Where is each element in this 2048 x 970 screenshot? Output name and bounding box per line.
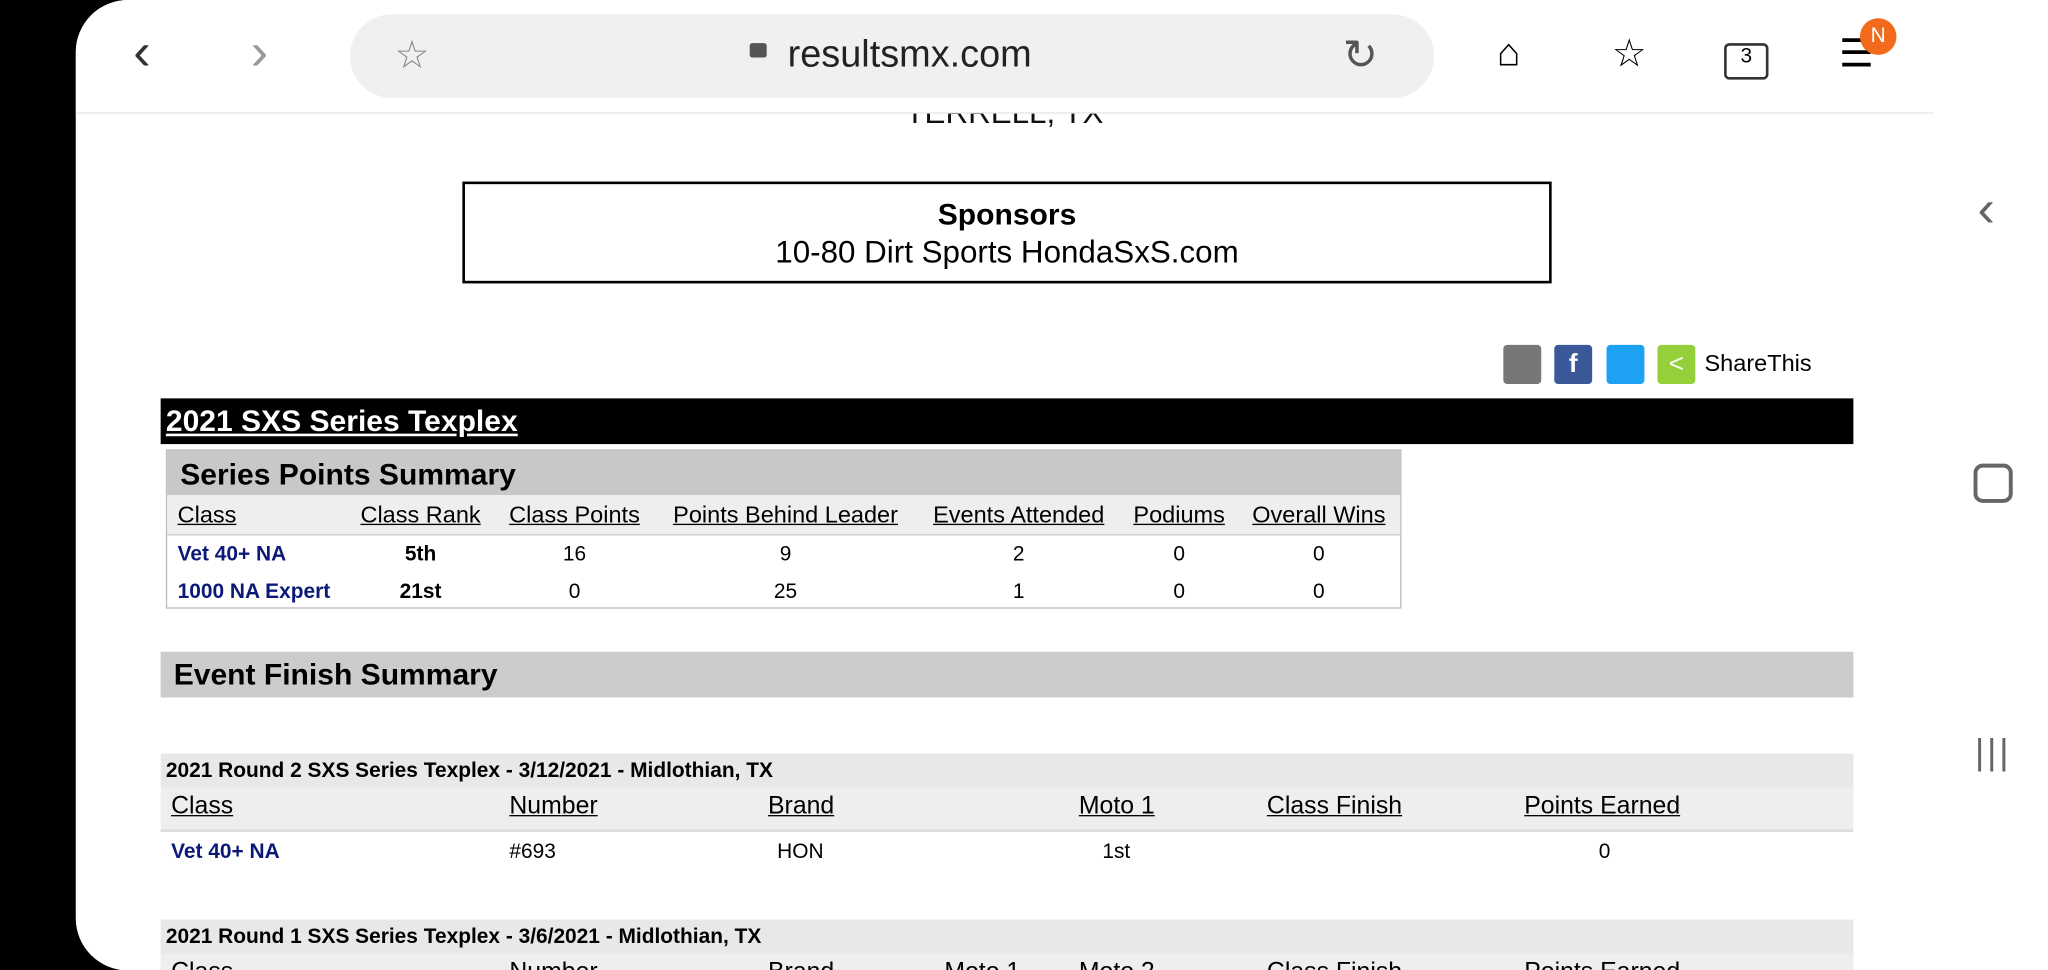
- sharethis-label[interactable]: ShareThis: [1704, 350, 1811, 377]
- event-header: 2021 Round 1 SXS Series Texplex - 3/6/20…: [160, 919, 1854, 954]
- bookmark-star-icon[interactable]: ☆: [394, 33, 429, 79]
- class-points: 16: [562, 542, 587, 565]
- col-class-finish[interactable]: Class Finish: [1267, 793, 1402, 822]
- reload-icon[interactable]: ↻: [1343, 30, 1378, 80]
- class-link[interactable]: 1000 NA Expert: [167, 573, 346, 611]
- email-share-icon[interactable]: [1503, 344, 1542, 384]
- overall-wins: 0: [1313, 542, 1325, 565]
- forward-button[interactable]: ›: [251, 24, 268, 83]
- series-title-link[interactable]: 2021 SXS Series Texplex: [166, 404, 518, 439]
- points-table: Class Class Rank Class Points Points Beh…: [167, 495, 1401, 611]
- event-finish-summary-title: Event Finish Summary: [160, 651, 1854, 698]
- events-attended: 2: [1012, 542, 1025, 565]
- sponsors-title: Sponsors: [937, 197, 1077, 232]
- table-row: 1000 NA Expert 21st 0 25 1 0 0: [167, 573, 1400, 611]
- col-class[interactable]: Class: [171, 959, 233, 970]
- col-points-earned[interactable]: Points Earned: [1524, 959, 1680, 970]
- event-header: 2021 Round 2 SXS Series Texplex - 3/12/2…: [160, 753, 1854, 788]
- col-brand[interactable]: Brand: [768, 959, 834, 970]
- col-overall-wins[interactable]: Overall Wins: [1237, 495, 1401, 536]
- class-link[interactable]: Vet 40+ NA: [171, 841, 280, 865]
- col-points-earned[interactable]: Points Earned: [1524, 793, 1680, 822]
- system-nav-bar: ‹ |||: [1933, 0, 2048, 970]
- url-text[interactable]: resultsmx.com: [788, 34, 1032, 77]
- col-number[interactable]: Number: [509, 959, 597, 970]
- points-summary-title: Series Points Summary: [167, 450, 1401, 496]
- tabs-icon[interactable]: 3: [1724, 43, 1769, 80]
- col-moto-1[interactable]: Moto 1: [1079, 793, 1155, 822]
- twitter-share-icon[interactable]: [1606, 344, 1645, 384]
- podiums: 0: [1173, 580, 1185, 603]
- events-attended: 1: [1012, 580, 1025, 603]
- moto-1: 1st: [1102, 841, 1131, 864]
- sharethis-icon[interactable]: <: [1657, 344, 1696, 384]
- event-round-1: 2021 Round 1 SXS Series Texplex - 3/6/20…: [160, 919, 1854, 970]
- back-button[interactable]: ‹: [133, 24, 150, 83]
- col-moto-1[interactable]: Moto 1: [944, 959, 1020, 970]
- col-brand[interactable]: Brand: [768, 793, 834, 822]
- bookmarks-icon[interactable]: ☆: [1612, 31, 1659, 78]
- address-bar[interactable]: ☆ resultsmx.com ↻: [350, 14, 1435, 98]
- event-columns: Class Number Brand Moto 1 Moto 2 Class F…: [160, 953, 1854, 970]
- col-moto-2[interactable]: Moto 2: [1079, 959, 1155, 970]
- col-class-points[interactable]: Class Points: [494, 495, 655, 536]
- sponsors-list: 10-80 Dirt Sports HondaSxS.com: [775, 235, 1239, 271]
- web-page: TERRELL, TX Sponsors 10-80 Dirt Sports H…: [76, 114, 1933, 970]
- browser-toolbar: ‹ › ☆ resultsmx.com ↻ ⌂ ☆ 3 ☰ N: [75, 0, 1934, 114]
- col-number[interactable]: Number: [509, 793, 597, 822]
- col-events-attended[interactable]: Events Attended: [916, 495, 1121, 536]
- series-points-summary: Series Points Summary Class Class Rank C…: [165, 449, 1402, 611]
- series-header: 2021 SXS Series Texplex: [160, 398, 1854, 445]
- facebook-share-icon[interactable]: f: [1554, 344, 1593, 384]
- event-round-2: 2021 Round 2 SXS Series Texplex - 3/12/2…: [160, 753, 1854, 872]
- class-points: 0: [568, 580, 581, 603]
- class-link[interactable]: Vet 40+ NA: [167, 535, 346, 574]
- podiums: 0: [1173, 542, 1185, 565]
- event-columns: Class Number Brand Moto 1 Class Finish P…: [160, 787, 1854, 832]
- class-rank: 5th: [404, 542, 437, 565]
- profile-badge[interactable]: N: [1859, 18, 1897, 55]
- event-location: TERRELL, TX: [76, 114, 1933, 132]
- table-row: Vet 40+ NA #693 HON 1st 0: [161, 832, 1854, 871]
- home-icon[interactable]: ⌂: [1497, 31, 1544, 78]
- brand: HON: [777, 841, 824, 864]
- table-row: Vet 40+ NA 5th 16 9 2 0 0: [167, 535, 1400, 574]
- col-class-finish[interactable]: Class Finish: [1267, 959, 1402, 970]
- col-podiums[interactable]: Podiums: [1120, 495, 1238, 536]
- tabs-count: 3: [1740, 45, 1753, 68]
- class-rank: 21st: [399, 580, 442, 603]
- points-behind: 9: [779, 542, 792, 565]
- back-nav-icon[interactable]: ‹: [1977, 180, 1994, 239]
- points-behind: 25: [773, 580, 798, 603]
- col-points-behind[interactable]: Points Behind Leader: [654, 495, 917, 536]
- overall-wins: 0: [1313, 580, 1325, 603]
- browser-screen: ‹ › ☆ resultsmx.com ↻ ⌂ ☆ 3 ☰ N TERRELL,…: [75, 0, 2048, 970]
- col-class[interactable]: Class: [167, 495, 347, 536]
- number: #693: [509, 841, 556, 864]
- home-nav-icon[interactable]: [1973, 463, 2013, 503]
- lock-icon: [749, 43, 767, 58]
- sponsors-box: Sponsors 10-80 Dirt Sports HondaSxS.com: [462, 181, 1552, 284]
- recents-nav-icon[interactable]: |||: [1975, 731, 2011, 773]
- col-class-rank[interactable]: Class Rank: [346, 495, 495, 536]
- points-earned: 0: [1598, 841, 1611, 864]
- col-class[interactable]: Class: [171, 793, 233, 822]
